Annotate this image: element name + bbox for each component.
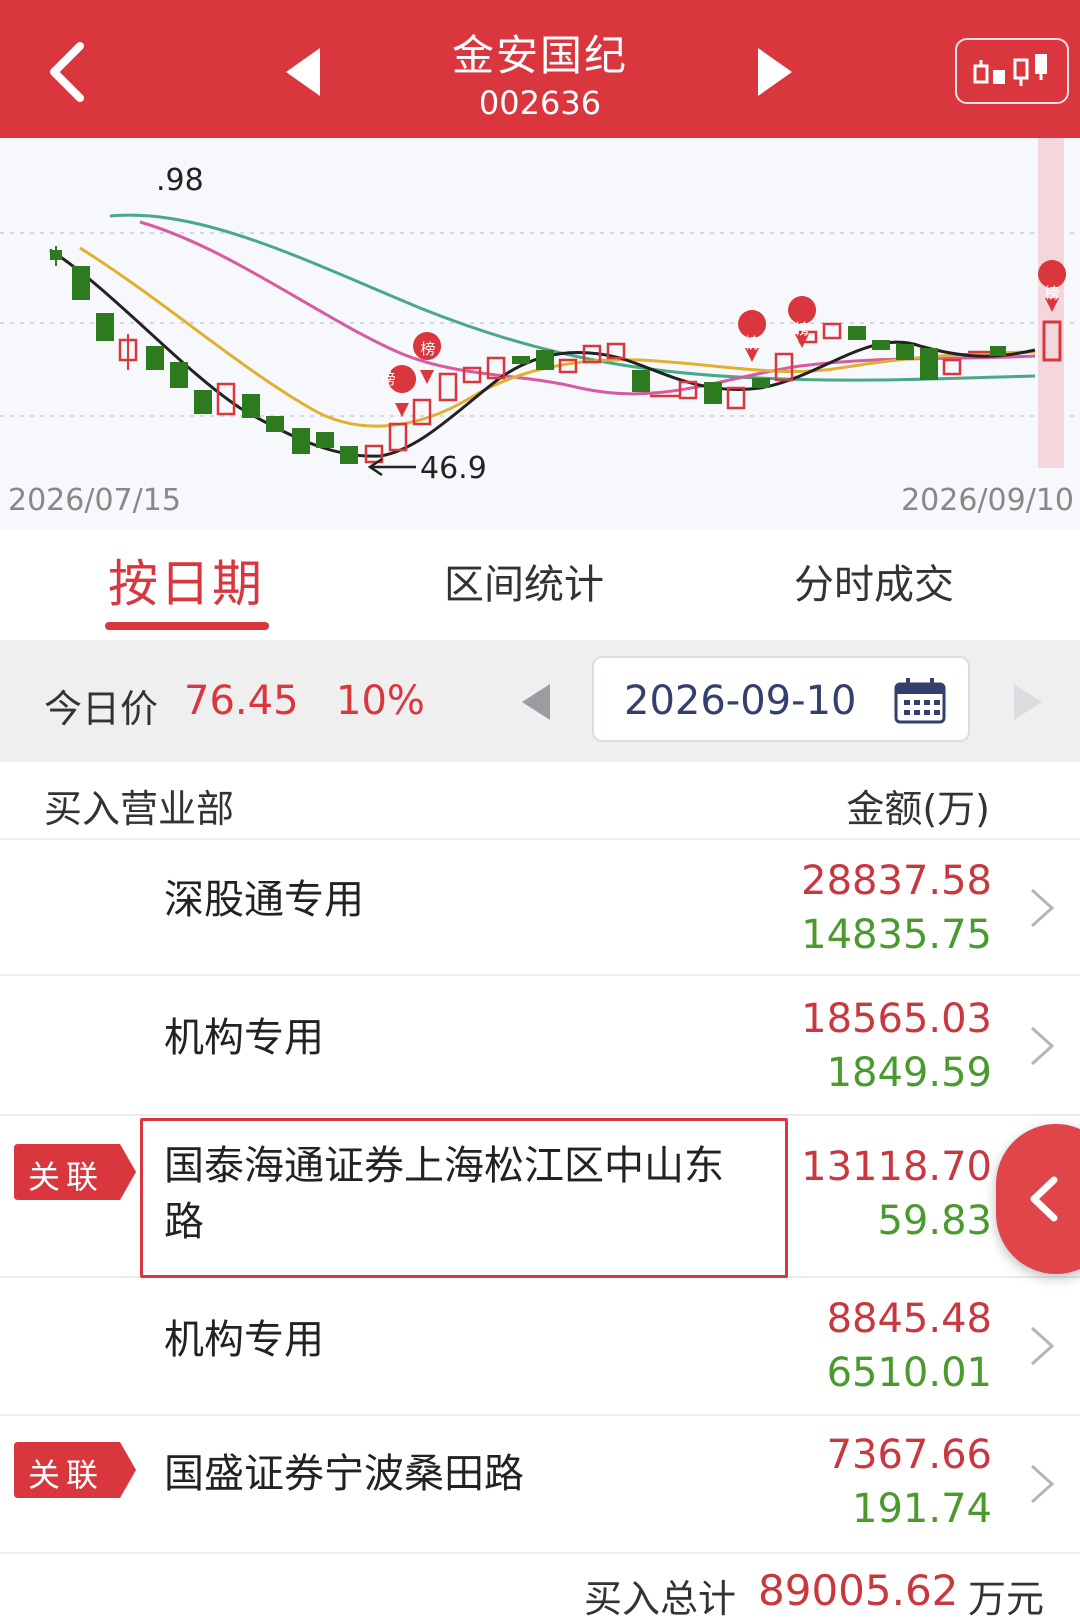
buy-total-value: 89005.62 <box>758 1566 959 1615</box>
chevron-right-icon <box>1030 1464 1055 1504</box>
sell-amount: 59.83 <box>877 1198 992 1244</box>
table-row[interactable]: 机构专用 8845.48 6510.01 <box>0 1278 1080 1416</box>
prev-date-icon[interactable] <box>518 680 558 724</box>
kline-view-button[interactable] <box>955 38 1069 104</box>
chevron-right-icon <box>1030 888 1055 928</box>
chevron-right-icon <box>1030 1026 1055 1066</box>
marker-label: 榜 <box>420 340 435 358</box>
selected-date: 2026-09-10 <box>624 678 857 724</box>
tab-range-stats[interactable]: 区间统计 <box>444 552 604 610</box>
back-arrow-icon[interactable] <box>36 32 106 112</box>
buy-amount: 13118.70 <box>801 1144 992 1190</box>
buy-total-label: 买入总计 <box>584 1577 737 1621</box>
marker-label: 榜 <box>744 334 759 352</box>
change-percent: 10% <box>336 678 425 724</box>
table-row[interactable]: 关联 国泰海通证券上海松江区中山东 路 13118.70 59.83 <box>0 1116 1080 1278</box>
broker-name: 国盛证券宁波桑田路 <box>164 1451 524 1497</box>
broker-name: 机构专用 <box>164 1317 324 1363</box>
today-price-value: 76.45 <box>184 678 299 724</box>
tab-by-date[interactable]: 按日期 <box>108 544 264 616</box>
buy-amount: 18565.03 <box>801 996 992 1042</box>
tab-intraday[interactable]: 分时成交 <box>794 552 954 610</box>
sell-amount: 1849.59 <box>826 1050 992 1096</box>
kline-svg: 榜 榜 榜 榜 榜 .98 46.9 2026/07/15 2026/09/10 <box>0 138 1080 518</box>
buy-total-unit: 万元 <box>968 1577 1045 1621</box>
broker-name: 深股通专用 <box>164 877 364 923</box>
marker-label: 榜 <box>380 370 395 388</box>
today-price-label: 今日价 <box>44 687 159 731</box>
related-badge-label: 关联 <box>28 1456 105 1494</box>
table-row[interactable]: 关联 国盛证券宁波桑田路 7367.66 191.74 <box>0 1416 1080 1554</box>
broker-name: 机构专用 <box>164 1015 324 1061</box>
related-badge-label: 关联 <box>28 1158 105 1196</box>
broker-name: 国泰海通证券上海松江区中山东 <box>164 1143 724 1189</box>
sell-amount: 14835.75 <box>801 912 992 958</box>
chevron-right-icon <box>1030 1326 1055 1366</box>
broker-name-cont: 路 <box>164 1199 204 1245</box>
tab-bar: 按日期 区间统计 分时成交 <box>0 530 1080 640</box>
stock-code: 002636 <box>478 84 602 122</box>
marker-label: 榜 <box>1044 284 1059 302</box>
column-amount: 金额(万) <box>846 787 990 831</box>
table-row[interactable]: 机构专用 18565.03 1849.59 <box>0 976 1080 1116</box>
high-label: .98 <box>156 163 204 198</box>
floating-collapse-button[interactable] <box>996 1124 1080 1274</box>
buy-amount: 8845.48 <box>826 1296 992 1342</box>
next-stock-icon[interactable] <box>748 42 798 102</box>
low-label: 46.9 <box>420 451 487 486</box>
buy-total: 买入总计 89005.62 万元 <box>0 1554 1080 1624</box>
column-broker: 买入营业部 <box>44 787 235 831</box>
buy-amount: 7367.66 <box>826 1432 992 1478</box>
table-row[interactable]: 深股通专用 28837.58 14835.75 <box>0 840 1080 976</box>
buy-amount: 28837.58 <box>801 858 992 904</box>
app-header: 金安国纪 002636 <box>0 0 1080 138</box>
active-tab-indicator <box>105 622 269 630</box>
calendar-icon <box>894 678 946 724</box>
prev-stock-icon[interactable] <box>280 42 330 102</box>
sell-amount: 6510.01 <box>826 1350 992 1396</box>
chevron-left-icon <box>1030 1176 1058 1222</box>
end-date-label: 2026/09/10 <box>901 483 1074 518</box>
price-bar: 今日价 76.45 10% 2026-09-10 <box>0 640 1080 762</box>
stock-name: 金安国纪 <box>451 31 628 80</box>
kline-chart[interactable]: 榜 榜 榜 榜 榜 .98 46.9 2026/07/15 2026/09/10 <box>0 138 1080 530</box>
table-header: 买入营业部 金额(万) <box>0 762 1080 840</box>
candlestick-icon <box>973 54 1047 86</box>
start-date-label: 2026/07/15 <box>8 483 181 518</box>
sell-amount: 191.74 <box>852 1486 992 1532</box>
date-picker[interactable]: 2026-09-10 <box>592 656 970 742</box>
next-date-icon[interactable] <box>1006 680 1046 724</box>
marker-label: 榜 <box>794 320 809 338</box>
